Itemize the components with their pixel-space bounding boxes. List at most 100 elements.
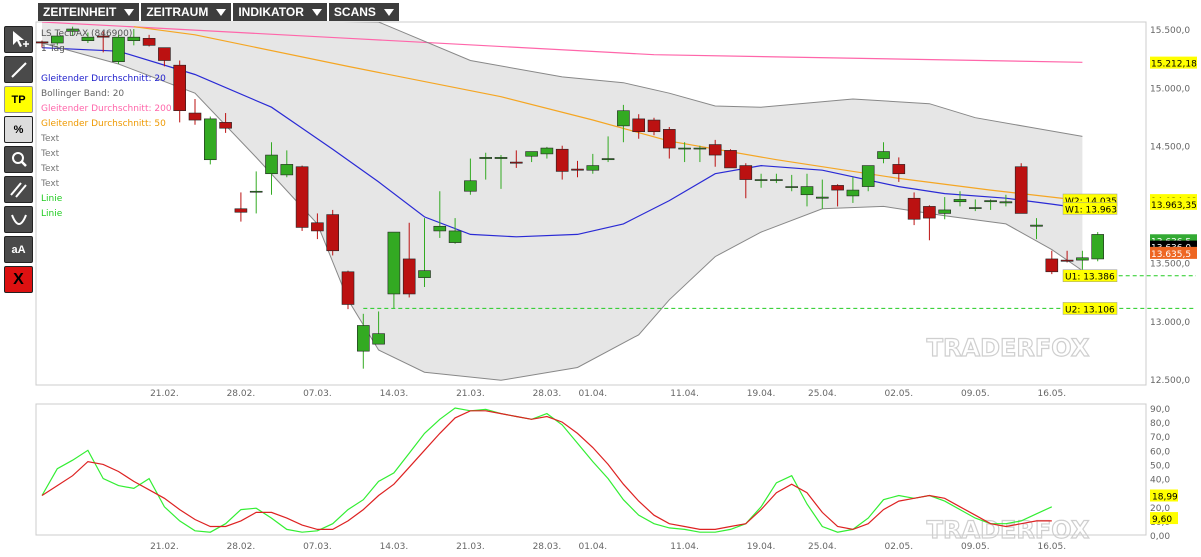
legend-entry: Linie	[41, 194, 63, 204]
date-axis-label: 28.02.	[227, 389, 256, 399]
legend-entry: Gleitender Durchschnitt: 20	[41, 74, 166, 84]
candle-body	[36, 41, 49, 44]
price-tag: 13.635,5	[1151, 250, 1191, 260]
legend-entry: Gleitender Durchschnitt: 200	[41, 104, 172, 114]
candle-body	[1045, 258, 1059, 273]
price-axis-label: 15.500,0	[1150, 26, 1190, 36]
candle-body	[877, 151, 890, 159]
candle-body	[754, 179, 768, 181]
date-axis-label: 28.03.	[533, 542, 562, 552]
candle-body	[372, 333, 385, 345]
candle-body	[387, 231, 401, 295]
date-axis-label: 25.04.	[808, 542, 837, 552]
candle-body	[311, 222, 324, 232]
candle-body	[999, 201, 1013, 204]
date-axis-label: 21.02.	[150, 542, 179, 552]
candle-body	[586, 165, 600, 171]
candle-body	[907, 197, 921, 220]
price-axis-label: 13.000,0	[1150, 318, 1190, 328]
candle-body	[295, 166, 309, 228]
candle-body	[234, 208, 248, 213]
candle-body	[632, 118, 646, 133]
candle-body	[112, 36, 125, 62]
candle-body	[647, 119, 661, 133]
date-axis-label: 19.04.	[747, 542, 776, 552]
candle-body	[800, 186, 814, 196]
oscillator-axis-label: 50,0	[1150, 461, 1170, 471]
date-axis-label: 19.04.	[747, 389, 776, 399]
date-axis-label: 14.03.	[380, 542, 409, 552]
price-axis-label: 13.500,0	[1150, 259, 1190, 269]
candle-body	[494, 157, 508, 159]
candle-body	[448, 230, 462, 243]
candle-body	[1030, 224, 1043, 227]
date-axis-label: 09.05.	[961, 389, 990, 399]
candle-body	[1060, 259, 1074, 262]
date-axis-label: 28.03.	[533, 389, 562, 399]
candle-body	[708, 144, 722, 156]
date-axis-label: 16.05.	[1037, 389, 1066, 399]
candle-body	[617, 110, 630, 127]
oscillator-axis-label: 80,0	[1150, 419, 1170, 429]
candle-body	[693, 147, 707, 150]
candle-body	[938, 209, 952, 214]
candle-body	[464, 180, 477, 192]
oscillator-axis-label: 40,0	[1150, 476, 1170, 486]
candle-body	[785, 186, 799, 188]
price-tag: 15.212,18	[1151, 60, 1197, 70]
date-axis-label: 01.04.	[578, 389, 607, 399]
price-axis-label: 14.500,0	[1150, 143, 1190, 153]
legend-entry: 1 Tag	[41, 44, 65, 54]
candle-body	[770, 179, 783, 181]
candle-body	[1076, 257, 1089, 261]
candle-body	[953, 199, 967, 203]
candle-body	[356, 325, 370, 352]
level-label: W1: 13.963	[1065, 205, 1117, 215]
candle-body	[188, 112, 202, 121]
date-axis-label: 21.02.	[150, 389, 179, 399]
candle-body	[601, 158, 615, 161]
candle-body	[571, 168, 584, 171]
candle-body	[923, 206, 936, 219]
oscillator-axis-label: 70,0	[1150, 433, 1170, 443]
candle-body	[265, 154, 278, 175]
price-axis-label: 15.000,0	[1150, 84, 1190, 94]
traderfox-watermark: TRADERFOX	[927, 334, 1090, 362]
candle-body	[219, 122, 232, 129]
candle-body	[158, 47, 171, 61]
candle-body	[402, 258, 416, 295]
date-axis-label: 11.04.	[670, 389, 699, 399]
date-axis-label: 14.03.	[380, 389, 409, 399]
oscillator-axis-label: 0,00	[1150, 532, 1170, 542]
candle-body	[861, 165, 875, 187]
oscillator-tag: 9,60	[1152, 515, 1172, 525]
date-axis-label: 11.04.	[670, 542, 699, 552]
candle-body	[846, 189, 860, 197]
legend-entry: Gleitender Durchschnitt: 50	[41, 119, 166, 129]
date-axis-label: 02.05.	[884, 389, 913, 399]
candle-body	[249, 190, 263, 193]
date-axis-label: 25.04.	[808, 389, 837, 399]
date-axis-label: 07.03.	[303, 389, 332, 399]
price-axis-label: 12.500,0	[1150, 376, 1190, 386]
candle-body	[831, 185, 844, 191]
level-label: U1: 13.386	[1065, 273, 1115, 283]
candle-body	[173, 64, 186, 112]
oscillator-tag: 18,99	[1152, 492, 1178, 502]
candle-body	[968, 207, 982, 209]
legend-entry: Text	[40, 134, 60, 144]
candle-body	[204, 118, 217, 161]
traderfox-watermark: TRADERFOX	[927, 516, 1090, 544]
candle-body	[540, 147, 554, 155]
candle-body	[662, 129, 676, 149]
candle-body	[739, 165, 753, 180]
candle-body	[142, 38, 156, 46]
candle-body	[1014, 166, 1028, 214]
level-label: U2: 13.106	[1065, 305, 1115, 315]
candle-body	[1091, 234, 1104, 260]
chart-area[interactable]: 15.500,015.000,014.500,014.000,013.500,0…	[0, 0, 1201, 557]
legend-entry: Text	[40, 179, 60, 189]
candle-body	[555, 148, 569, 172]
candle-body	[525, 151, 538, 157]
legend-entry: Linie	[41, 209, 63, 219]
